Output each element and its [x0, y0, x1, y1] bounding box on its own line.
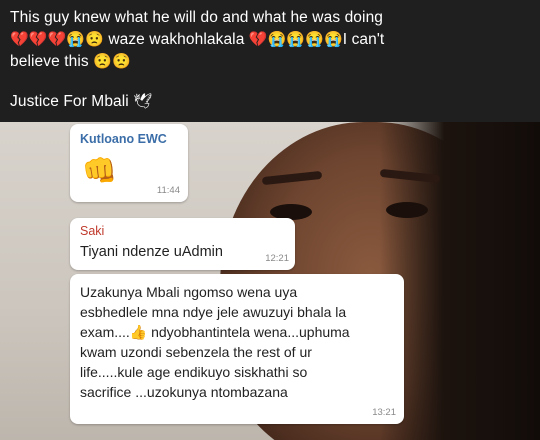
caption-header: This guy knew what he will do and what h… [0, 0, 540, 122]
chat-bubble-3: Uzakunya Mbali ngomso wena uya esbhedlel… [70, 274, 404, 424]
dove-emoji: 🕊 [133, 93, 153, 110]
caption-line-3-text: believe this [10, 53, 89, 70]
right-eye [386, 202, 428, 218]
hair-shadow [380, 122, 540, 440]
sender-name: Saki [80, 224, 105, 238]
chat-bubble-2: Saki Tiyani ndenze uAdmin 12:21 [70, 218, 295, 270]
message-text: Tiyani ndenze uAdmin [80, 244, 223, 260]
caption-line-4: Justice For Mbali 🕊 [10, 92, 152, 112]
message-body: Uzakunya Mbali ngomso wena uya esbhedlel… [80, 282, 350, 402]
message-time: 11:44 [156, 185, 180, 196]
caption-line-1: This guy knew what he will do and what h… [10, 9, 384, 26]
caption-line-4-text: Justice For Mbali [10, 93, 129, 110]
caption-line-2-tail: I can't [342, 31, 385, 48]
message-line: life.....kule age endikuyo siskhathi so [80, 364, 308, 380]
caption-line-2-text: waze wakhohlakala [108, 31, 245, 48]
worried-face-emoji: 😟😟 [93, 53, 131, 70]
message-time: 12:21 [265, 253, 289, 264]
message-line: Uzakunya Mbali ngomso wena uya [80, 284, 298, 300]
broken-heart-crying-emoji-2: 💔😭😭😭😭 [248, 31, 343, 48]
sender-name: Kutloano EWC [80, 132, 167, 146]
message-line: exam....👍 ndyobhantintela wena...uphuma [80, 324, 350, 340]
caption-line-2: 💔💔💔😭😟 waze wakhohlakala 💔😭😭😭😭I can't [10, 30, 384, 50]
message-line: kwam uzondi sebenzela the rest of ur [80, 344, 312, 360]
message-line: sacrifice ...uzokunya ntombazana [80, 384, 288, 400]
fist-sticker-icon: 👊 [82, 155, 117, 186]
broken-heart-crying-emoji: 💔💔💔😭😟 [10, 31, 104, 48]
shared-photo: Kutloano EWC 👊 11:44 Saki Tiyani ndenze … [0, 122, 540, 440]
chat-bubble-1: Kutloano EWC 👊 11:44 [70, 124, 188, 202]
caption-line-3: believe this 😟😟 [10, 52, 131, 72]
message-time: 13:21 [372, 407, 396, 418]
message-line: esbhedlele mna ndye jele awuzuyi bhala l… [80, 304, 347, 320]
